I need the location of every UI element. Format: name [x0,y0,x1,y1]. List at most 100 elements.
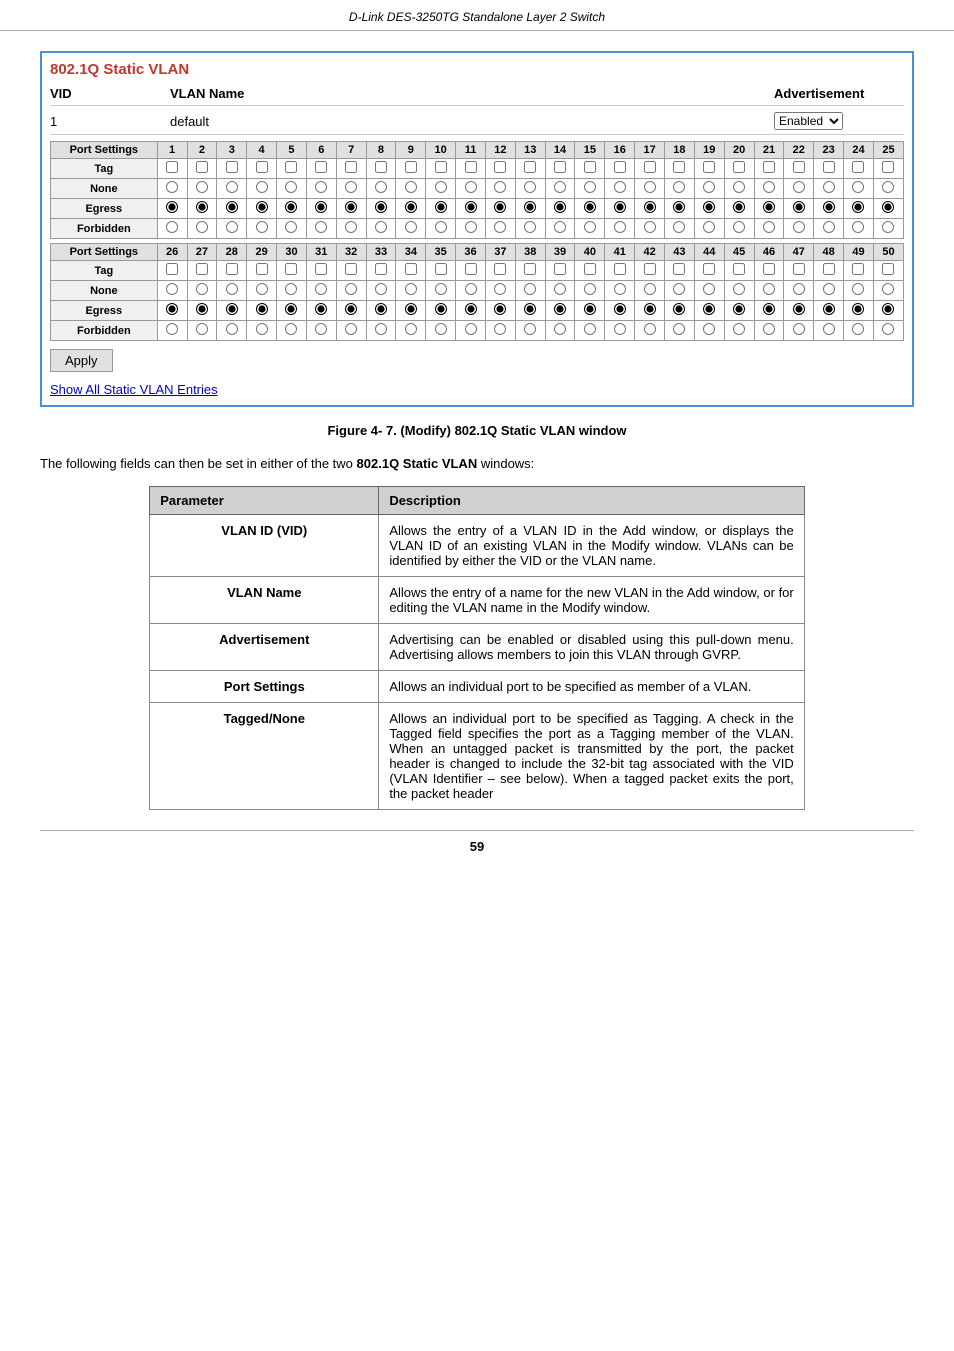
tag-checkbox-36[interactable] [465,263,477,275]
none-radio-38[interactable] [524,283,536,295]
forbidden-radio-12[interactable] [494,221,506,233]
none-radio-41[interactable] [614,283,626,295]
forbidden-radio-20[interactable] [733,221,745,233]
egress-radio-4[interactable] [256,201,268,213]
forbidden-radio-48[interactable] [823,323,835,335]
none-radio-36[interactable] [465,283,477,295]
forbidden-radio-25[interactable] [882,221,894,233]
egress-radio-18[interactable] [673,201,685,213]
none-radio-30[interactable] [285,283,297,295]
forbidden-radio-46[interactable] [763,323,775,335]
egress-radio-49[interactable] [852,303,864,315]
forbidden-radio-49[interactable] [852,323,864,335]
tag-checkbox-12[interactable] [494,161,506,173]
egress-radio-15[interactable] [584,201,596,213]
none-radio-4[interactable] [256,181,268,193]
egress-radio-34[interactable] [405,303,417,315]
egress-radio-17[interactable] [644,201,656,213]
forbidden-radio-45[interactable] [733,323,745,335]
tag-checkbox-2[interactable] [196,161,208,173]
forbidden-radio-31[interactable] [315,323,327,335]
egress-radio-42[interactable] [644,303,656,315]
none-radio-26[interactable] [166,283,178,295]
none-radio-18[interactable] [673,181,685,193]
tag-checkbox-21[interactable] [763,161,775,173]
egress-radio-26[interactable] [166,303,178,315]
tag-checkbox-20[interactable] [733,161,745,173]
egress-radio-36[interactable] [465,303,477,315]
none-radio-1[interactable] [166,181,178,193]
none-radio-42[interactable] [644,283,656,295]
none-radio-10[interactable] [435,181,447,193]
egress-radio-30[interactable] [285,303,297,315]
egress-radio-47[interactable] [793,303,805,315]
none-radio-47[interactable] [793,283,805,295]
tag-checkbox-13[interactable] [524,161,536,173]
tag-checkbox-45[interactable] [733,263,745,275]
forbidden-radio-7[interactable] [345,221,357,233]
none-radio-16[interactable] [614,181,626,193]
tag-checkbox-46[interactable] [763,263,775,275]
tag-checkbox-40[interactable] [584,263,596,275]
egress-radio-13[interactable] [524,201,536,213]
none-radio-46[interactable] [763,283,775,295]
forbidden-radio-39[interactable] [554,323,566,335]
forbidden-radio-36[interactable] [465,323,477,335]
egress-radio-25[interactable] [882,201,894,213]
egress-radio-27[interactable] [196,303,208,315]
forbidden-radio-2[interactable] [196,221,208,233]
tag-checkbox-9[interactable] [405,161,417,173]
forbidden-radio-29[interactable] [256,323,268,335]
forbidden-radio-22[interactable] [793,221,805,233]
advertisement-select[interactable]: Enabled Disabled [774,112,843,130]
forbidden-radio-1[interactable] [166,221,178,233]
none-radio-50[interactable] [882,283,894,295]
none-radio-6[interactable] [315,181,327,193]
none-radio-17[interactable] [644,181,656,193]
none-radio-15[interactable] [584,181,596,193]
tag-checkbox-18[interactable] [673,161,685,173]
none-radio-49[interactable] [852,283,864,295]
none-radio-44[interactable] [703,283,715,295]
forbidden-radio-33[interactable] [375,323,387,335]
tag-checkbox-35[interactable] [435,263,447,275]
none-radio-31[interactable] [315,283,327,295]
egress-radio-14[interactable] [554,201,566,213]
none-radio-24[interactable] [852,181,864,193]
tag-checkbox-49[interactable] [852,263,864,275]
egress-radio-7[interactable] [345,201,357,213]
none-radio-19[interactable] [703,181,715,193]
tag-checkbox-23[interactable] [823,161,835,173]
egress-radio-6[interactable] [315,201,327,213]
tag-checkbox-24[interactable] [852,161,864,173]
egress-radio-33[interactable] [375,303,387,315]
none-radio-29[interactable] [256,283,268,295]
forbidden-radio-17[interactable] [644,221,656,233]
none-radio-7[interactable] [345,181,357,193]
forbidden-radio-38[interactable] [524,323,536,335]
forbidden-radio-5[interactable] [285,221,297,233]
egress-radio-48[interactable] [823,303,835,315]
tag-checkbox-38[interactable] [524,263,536,275]
forbidden-radio-13[interactable] [524,221,536,233]
none-radio-43[interactable] [673,283,685,295]
forbidden-radio-16[interactable] [614,221,626,233]
tag-checkbox-3[interactable] [226,161,238,173]
none-radio-32[interactable] [345,283,357,295]
forbidden-radio-4[interactable] [256,221,268,233]
none-radio-5[interactable] [285,181,297,193]
none-radio-39[interactable] [554,283,566,295]
egress-radio-5[interactable] [285,201,297,213]
tag-checkbox-41[interactable] [614,263,626,275]
egress-radio-35[interactable] [435,303,447,315]
egress-radio-16[interactable] [614,201,626,213]
tag-checkbox-31[interactable] [315,263,327,275]
forbidden-radio-35[interactable] [435,323,447,335]
forbidden-radio-27[interactable] [196,323,208,335]
egress-radio-8[interactable] [375,201,387,213]
tag-checkbox-42[interactable] [644,263,656,275]
egress-radio-12[interactable] [494,201,506,213]
tag-checkbox-16[interactable] [614,161,626,173]
egress-radio-37[interactable] [494,303,506,315]
tag-checkbox-10[interactable] [435,161,447,173]
